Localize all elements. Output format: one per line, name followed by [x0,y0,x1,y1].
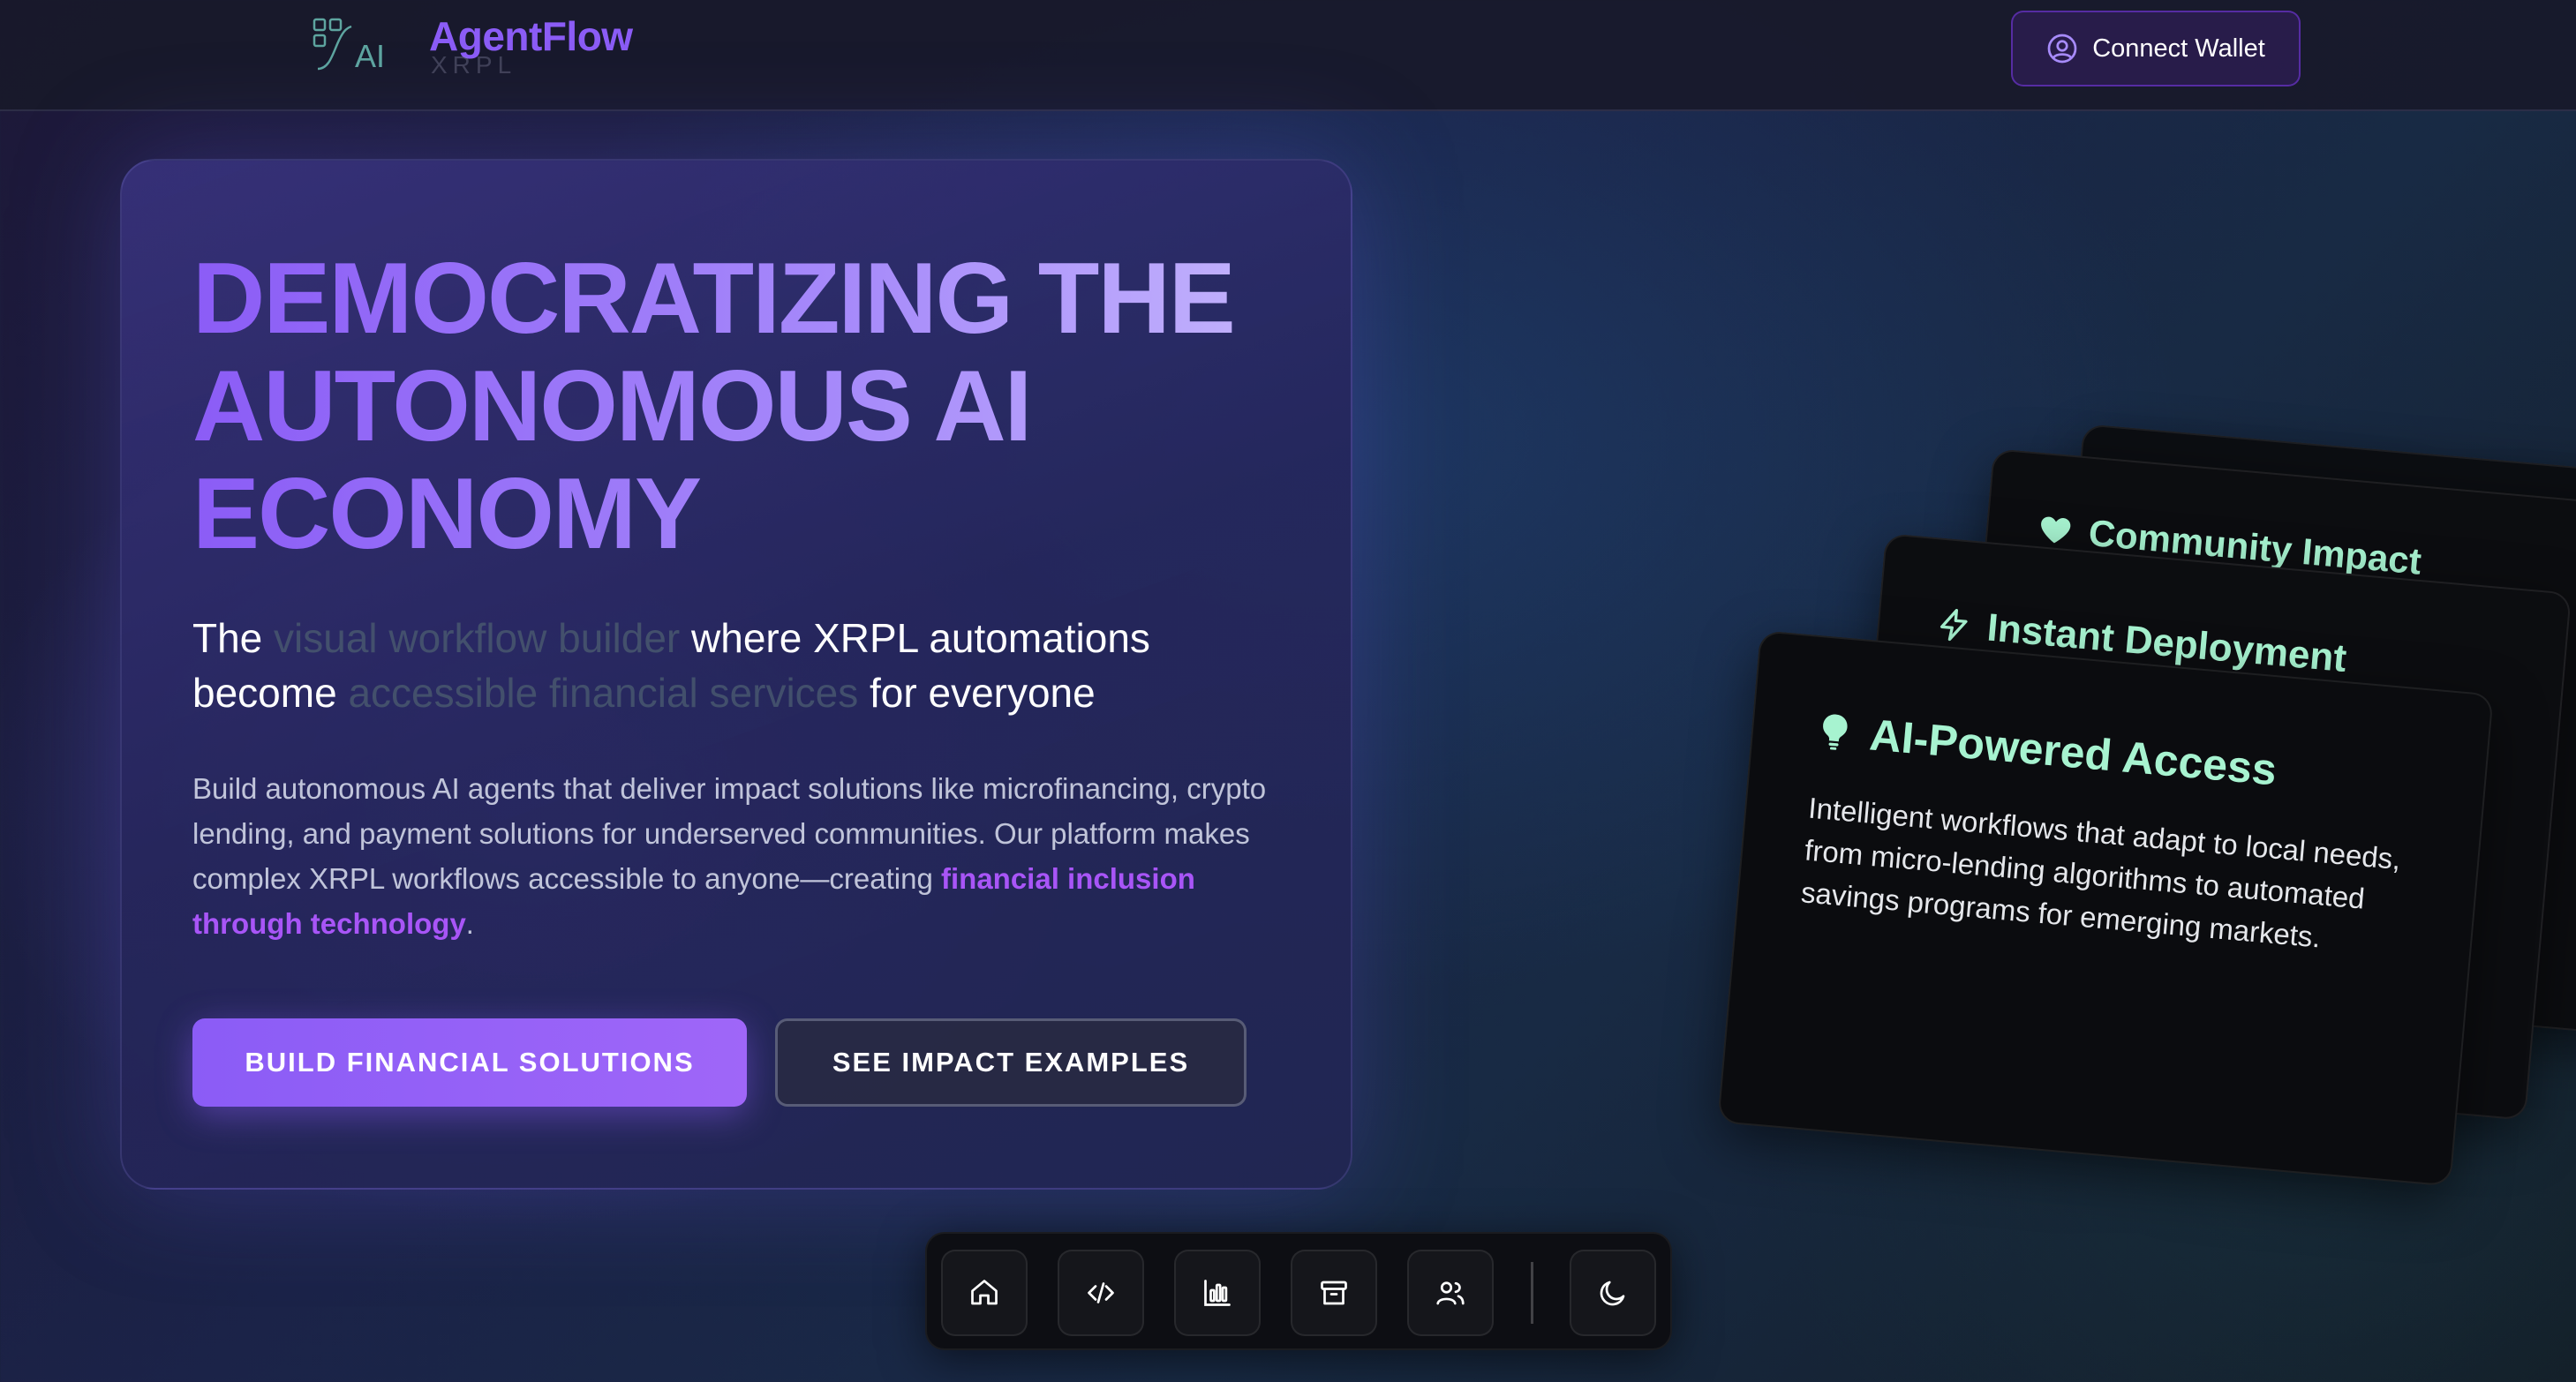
subtitle-part: for everyone [858,670,1096,716]
dock-theme-toggle-button[interactable] [1570,1250,1656,1336]
top-nav-bar: AI AgentFlow XRPL Connect Wallet [0,0,2576,111]
lightning-icon [1940,609,1968,642]
moon-icon [1600,1281,1625,1306]
build-financial-solutions-button[interactable]: BUILD FINANCIAL SOLUTIONS [192,1018,747,1107]
heart-icon [2041,516,2071,544]
dock-code-button[interactable] [1058,1250,1144,1336]
subtitle-part: The [192,615,275,661]
dock-users-button[interactable] [1407,1250,1494,1336]
card-description: Intelligent workflows that adapt to loca… [1799,791,2402,954]
dock-home-button[interactable] [941,1250,1028,1336]
feature-card-ai-powered-access[interactable]: AI-Powered Access Intelligent workflows … [1717,630,2494,1187]
hero-subtitle: The visual workflow builder where XRPL a… [192,611,1305,720]
description-end: . [465,907,474,940]
lightbulb-icon [1823,714,1848,750]
bottom-dock [925,1232,1672,1350]
home-icon [971,1280,998,1305]
brand-subtitle: XRPL [431,51,517,79]
subtitle-highlight: accessible financial services [348,670,859,716]
see-impact-examples-button[interactable]: SEE IMPACT EXAMPLES [775,1018,1247,1107]
hero-description: Build autonomous AI agents that deliver … [192,766,1296,946]
connect-wallet-label: Connect Wallet [2092,34,2265,63]
dock-analytics-button[interactable] [1174,1250,1261,1336]
card-title: AI-Powered Access [1813,704,2278,795]
card-title-text: AI-Powered Access [1867,710,2279,795]
code-icon [1088,1282,1114,1303]
svg-text:AI: AI [355,38,385,72]
hero-card: DEMOCRATIZING THE AUTONOMOUS AI ECONOMY … [120,159,1352,1190]
subtitle-highlight: visual workflow builder [274,615,681,661]
user-circle-icon [2047,34,2077,64]
logo-icon[interactable]: AI [313,18,385,72]
chart-icon [1204,1280,1231,1306]
dock-separator [1531,1262,1533,1324]
connect-wallet-button[interactable]: Connect Wallet [2011,11,2301,86]
users-icon [1436,1281,1465,1305]
hero-title: DEMOCRATIZING THE AUTONOMOUS AI ECONOMY [192,245,1305,568]
archive-icon [1321,1281,1347,1305]
dock-archive-button[interactable] [1291,1250,1377,1336]
